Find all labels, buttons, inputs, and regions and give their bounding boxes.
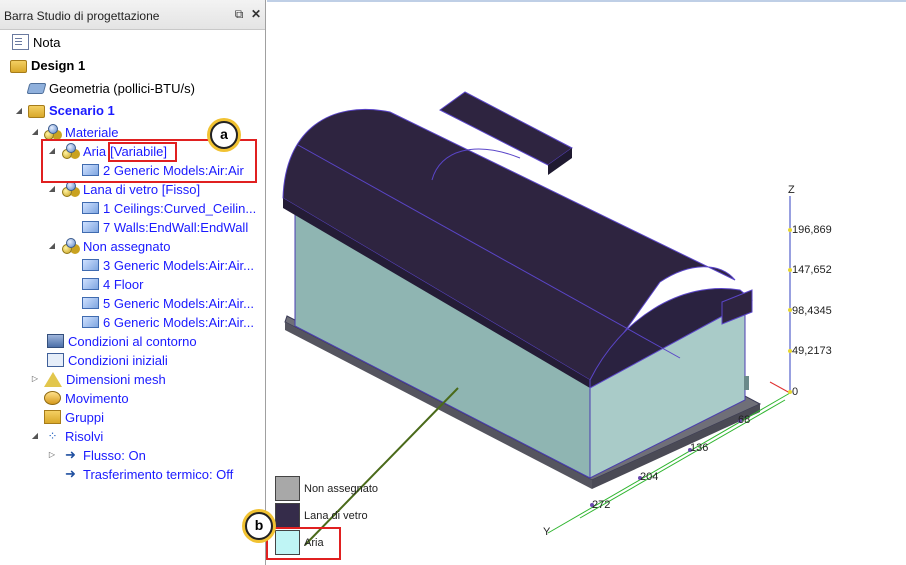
tree-item-part-4[interactable]: 4 Floor	[80, 275, 143, 293]
z-axis-label: Z	[788, 184, 795, 196]
flow-icon: ➜	[65, 447, 76, 462]
tree-item-ceiling[interactable]: 1 Ceilings:Curved_Ceilin...	[80, 199, 256, 217]
panel-header: Barra Studio di progettazione ⧉ ✕	[0, 0, 265, 30]
tree-label: Gruppi	[65, 409, 105, 425]
scenario-icon	[28, 104, 45, 118]
part-icon	[82, 297, 99, 309]
callout-box-b	[266, 527, 341, 560]
mesh-icon	[44, 371, 62, 387]
part-icon	[82, 259, 99, 271]
tree-label: Lana di vetro [Fisso]	[83, 181, 201, 197]
callout-badge-b: b	[245, 512, 273, 540]
tree-item-boundary-conditions[interactable]: Condizioni al contorno	[44, 332, 197, 350]
part-icon	[82, 202, 99, 214]
tree-label: Trasferimento termico: Off	[83, 466, 234, 482]
tree-label: 7 Walls:EndWall:EndWall	[103, 219, 249, 235]
tree-item-scenario[interactable]: Scenario 1	[28, 101, 115, 119]
part-icon	[82, 316, 99, 328]
z-tick-label: 0	[792, 386, 799, 398]
x-axis	[769, 381, 791, 394]
tree-item-heat-transfer[interactable]: ➜ Trasferimento termico: Off	[62, 465, 233, 483]
tree-item-unassigned[interactable]: Non assegnato	[62, 237, 170, 255]
tree-item-motion[interactable]: Movimento	[44, 389, 129, 407]
design-study-bar: Barra Studio di progettazione ⧉ ✕ Nota D…	[0, 0, 266, 565]
tree-label: Geometria (pollici-BTU/s)	[49, 80, 195, 96]
legend-glass-wool: Lana di vetro	[275, 503, 368, 528]
legend-swatch	[275, 476, 300, 501]
tree-item-endwall[interactable]: 7 Walls:EndWall:EndWall	[80, 218, 248, 236]
design-icon	[10, 59, 27, 73]
tree-label: Flusso: On	[83, 447, 146, 463]
tree-label: Risolvi	[65, 428, 104, 444]
tree-item-geometry[interactable]: Geometria (pollici-BTU/s)	[26, 79, 195, 97]
note-icon	[12, 34, 29, 50]
tree-item-design[interactable]: Design 1	[10, 56, 85, 74]
material-unassigned-icon	[62, 238, 79, 254]
tree-label: 4 Floor	[103, 276, 144, 292]
expand-arrow-icon[interactable]: ◢	[47, 184, 57, 194]
groups-icon	[44, 410, 61, 424]
boundary-conditions-icon	[47, 334, 64, 348]
y-tick-label: 204	[640, 471, 659, 483]
tree-item-part-5[interactable]: 5 Generic Models:Air:Air...	[80, 294, 254, 312]
motion-icon	[44, 391, 61, 405]
tree-label: Materiale	[65, 124, 119, 140]
tree-label: Condizioni al contorno	[68, 333, 197, 349]
tree-item-groups[interactable]: Gruppi	[44, 408, 104, 426]
tree-label: 6 Generic Models:Air:Air...	[103, 314, 254, 330]
y-tick-label: 136	[690, 442, 709, 454]
pin-icon[interactable]: ⧉	[232, 7, 246, 21]
tree-item-part-6[interactable]: 6 Generic Models:Air:Air...	[80, 313, 254, 331]
tree-label: Condizioni iniziali	[68, 352, 168, 368]
expand-arrow-icon[interactable]: ◢	[30, 431, 40, 441]
z-tick-label: 196,869	[792, 224, 832, 236]
legend-label: Lana di vetro	[304, 509, 368, 522]
side-vent	[744, 376, 749, 390]
geometry-icon	[26, 82, 47, 94]
z-tick-label: 49,2173	[792, 345, 832, 357]
tree-item-part-3[interactable]: 3 Generic Models:Air:Air...	[80, 256, 254, 274]
tree-label: Movimento	[65, 390, 129, 406]
legend-unassigned: Non assegnato	[275, 476, 378, 501]
expand-arrow-icon[interactable]: ◢	[14, 106, 24, 116]
legend-label: Non assegnato	[304, 482, 378, 495]
materials-icon	[44, 124, 61, 140]
variable-tag-highlight	[108, 142, 177, 162]
y-tick-label: 68	[738, 414, 751, 426]
expand-arrow-icon[interactable]: ◢	[47, 241, 57, 251]
design-tree: Nota Design 1 Geometria (pollici-BTU/s) …	[0, 31, 265, 565]
tree-label: Design 1	[31, 57, 86, 73]
tree-item-solve[interactable]: ⁘ Risolvi	[44, 427, 103, 445]
tree-label: 3 Generic Models:Air:Air...	[103, 257, 254, 273]
heat-transfer-icon: ➜	[65, 466, 76, 481]
tree-label: Dimensioni mesh	[66, 371, 166, 387]
y-tick-label: 272	[592, 499, 611, 511]
part-icon	[82, 221, 99, 233]
solve-icon: ⁘	[47, 429, 58, 443]
y-axis-label: Y	[543, 526, 551, 538]
collapse-arrow-icon[interactable]: ▷	[47, 450, 57, 460]
z-tick-label: 98,4345	[792, 305, 832, 317]
tree-item-initial-conditions[interactable]: Condizioni iniziali	[44, 351, 168, 369]
tree-label: Non assegnato	[83, 238, 171, 254]
tree-item-flow[interactable]: ➜ Flusso: On	[62, 446, 146, 464]
callout-badge-a: a	[210, 121, 238, 149]
initial-conditions-icon	[47, 353, 64, 367]
expand-arrow-icon[interactable]: ◢	[30, 127, 40, 137]
z-tick-label: 147,652	[792, 264, 832, 276]
close-icon[interactable]: ✕	[249, 7, 263, 21]
tree-label: Nota	[33, 34, 61, 50]
part-icon	[82, 278, 99, 290]
material-glass-icon	[62, 181, 79, 197]
tree-item-note[interactable]: Nota	[10, 33, 60, 51]
collapse-arrow-icon[interactable]: ▷	[30, 374, 40, 384]
tree-label: 5 Generic Models:Air:Air...	[103, 295, 254, 311]
tree-label: 1 Ceilings:Curved_Ceilin...	[103, 200, 257, 216]
tree-item-mesh-sizes[interactable]: Dimensioni mesh	[44, 370, 166, 388]
panel-title: Barra Studio di progettazione	[4, 9, 160, 23]
tree-label: Scenario 1	[49, 102, 115, 118]
legend-swatch	[275, 503, 300, 528]
